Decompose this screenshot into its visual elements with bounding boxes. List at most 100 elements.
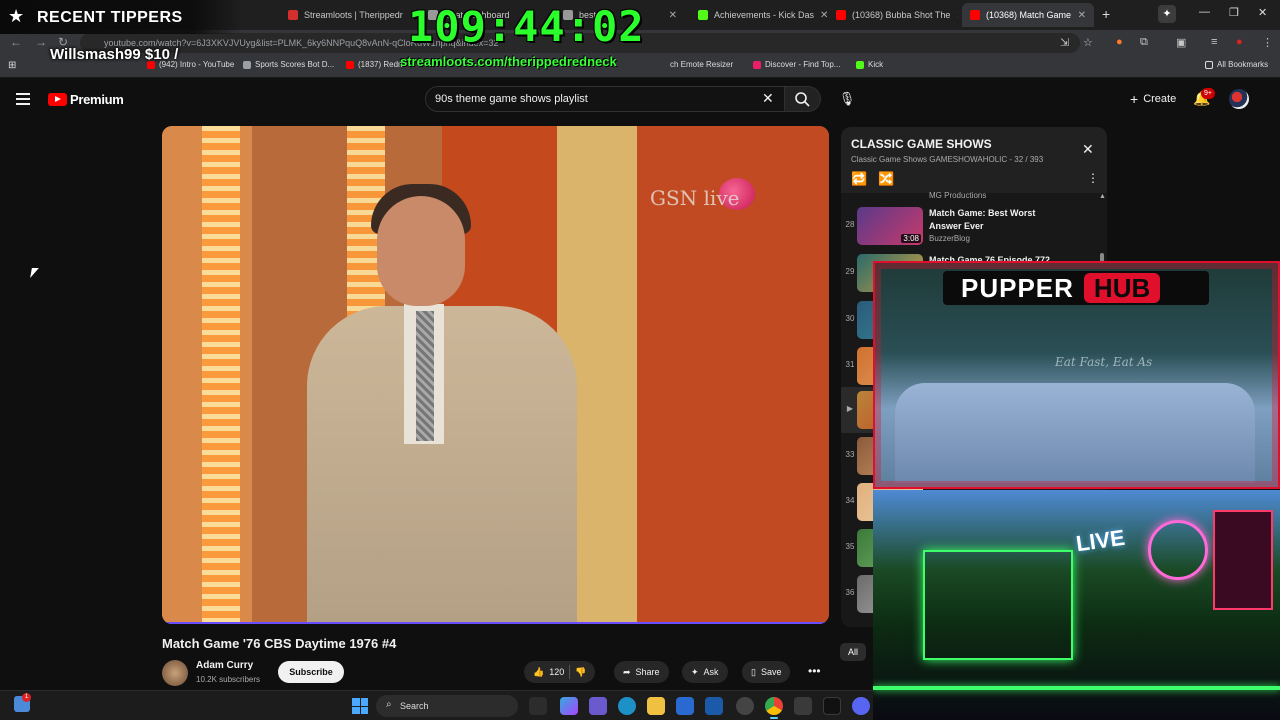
kick-favicon-icon bbox=[698, 10, 708, 20]
app-icon[interactable] bbox=[794, 697, 812, 715]
filter-chip-all[interactable]: All bbox=[840, 643, 866, 661]
notification-badge: 9+ bbox=[1201, 88, 1215, 99]
youtube-logo[interactable]: Premium bbox=[48, 92, 124, 107]
profile-icon[interactable]: ● bbox=[1236, 36, 1243, 48]
neon-sign bbox=[1213, 510, 1273, 610]
tab-bubba[interactable]: (10368) Bubba Shot The ✕ bbox=[828, 3, 958, 27]
edge-icon[interactable] bbox=[618, 697, 636, 715]
install-icon[interactable]: ⇲ bbox=[1060, 36, 1069, 49]
new-tab-icon[interactable]: + bbox=[1102, 6, 1110, 22]
taskbar-search[interactable]: Search bbox=[376, 695, 518, 717]
room-webcam: LIVE bbox=[873, 490, 1280, 720]
more-actions-icon[interactable]: ••• bbox=[808, 664, 821, 678]
scroll-up-icon[interactable]: ▲ bbox=[1099, 193, 1106, 200]
progress-bar[interactable] bbox=[162, 622, 829, 624]
bookmark-item[interactable]: Kick bbox=[856, 60, 883, 69]
restore-icon[interactable]: ❐ bbox=[1229, 6, 1239, 19]
playlist-title[interactable]: CLASSIC GAME SHOWS bbox=[851, 137, 992, 151]
bookmark-label: Kick bbox=[868, 60, 884, 69]
star-icon: ★ bbox=[8, 6, 25, 26]
subscribe-button[interactable]: Subscribe bbox=[278, 661, 344, 683]
like-count: 120 bbox=[549, 667, 565, 677]
loop-icon[interactable]: 🔁 bbox=[851, 171, 867, 187]
bookmark-item[interactable]: (1837) Redm bbox=[346, 60, 405, 69]
playlist-menu-icon[interactable]: ⋮ bbox=[1087, 171, 1099, 185]
start-menu-icon[interactable] bbox=[352, 698, 368, 714]
tab-achievements[interactable]: Achievements - Kick Das ✕ bbox=[690, 3, 830, 27]
sidepanel-icon[interactable]: ▣ bbox=[1176, 36, 1186, 49]
discord-icon[interactable] bbox=[852, 697, 870, 715]
youtube-favicon-icon bbox=[346, 60, 354, 69]
youtube-play-icon bbox=[48, 93, 67, 106]
store-icon[interactable] bbox=[676, 697, 694, 715]
chrome-icon[interactable] bbox=[765, 697, 783, 719]
sparkle-icon[interactable]: ✦ bbox=[1158, 5, 1176, 23]
apps-icon[interactable]: ⊞ bbox=[8, 60, 16, 71]
close-icon[interactable]: ✕ bbox=[1082, 141, 1094, 158]
outlook-icon[interactable] bbox=[705, 697, 723, 715]
hub-word: HUB bbox=[1083, 273, 1161, 303]
ask-button[interactable]: ✦ Ask bbox=[682, 661, 728, 683]
task-view-icon[interactable] bbox=[529, 697, 547, 715]
close-icon[interactable]: ✕ bbox=[1078, 10, 1086, 21]
window-close-icon[interactable]: ✕ bbox=[1258, 6, 1267, 19]
ask-label: Ask bbox=[703, 667, 719, 677]
close-icon[interactable]: ✕ bbox=[669, 10, 677, 21]
back-icon[interactable]: ← bbox=[10, 35, 22, 49]
all-bookmarks[interactable]: All Bookmarks bbox=[1205, 60, 1268, 69]
media-icon[interactable]: ≡ bbox=[1211, 36, 1217, 48]
item-index: 31 bbox=[845, 360, 855, 369]
plus-icon: + bbox=[1130, 91, 1139, 107]
close-icon[interactable]: ✕ bbox=[956, 10, 958, 21]
divider bbox=[569, 665, 571, 679]
forward-icon[interactable]: → bbox=[35, 35, 47, 49]
search-input[interactable]: 90s theme game shows playlist bbox=[425, 86, 785, 112]
mouse-cursor bbox=[30, 268, 39, 278]
account-avatar[interactable] bbox=[1229, 89, 1249, 109]
save-button[interactable]: ▯ Save bbox=[742, 661, 791, 683]
minimize-icon[interactable]: — bbox=[1199, 6, 1210, 18]
bookmark-item[interactable]: ch Emote Resizer bbox=[670, 60, 733, 69]
like-button[interactable]: 👍 120 bbox=[533, 667, 564, 678]
copilot-icon[interactable] bbox=[560, 697, 578, 715]
youtube-brand: Premium bbox=[70, 92, 124, 107]
widget-badge: 1 bbox=[22, 693, 31, 702]
subscriber-count: 10.2K subscribers bbox=[196, 675, 261, 684]
channel-name[interactable]: Adam Curry bbox=[196, 660, 253, 671]
youtube-favicon-icon bbox=[970, 10, 980, 20]
pupper-hub-logo: PUPPER HUB bbox=[943, 271, 1209, 305]
tab-streamloots[interactable]: Streamloots | Therippedr ✕ bbox=[280, 3, 410, 27]
host-face bbox=[377, 196, 465, 306]
extension-icon[interactable]: ● bbox=[1116, 36, 1123, 48]
search-button[interactable] bbox=[785, 86, 821, 112]
latest-tipper: Willsmash99 $10 / bbox=[50, 46, 179, 63]
tab-label: (10368) Match Game bbox=[986, 10, 1072, 20]
thumbs-down-icon[interactable]: 👎 bbox=[575, 667, 586, 678]
video-player[interactable]: GSN live bbox=[162, 126, 829, 624]
extensions-puzzle-icon[interactable]: ⧉ bbox=[1140, 36, 1148, 49]
terminal-icon[interactable] bbox=[823, 697, 841, 715]
shuffle-icon[interactable]: 🔀 bbox=[878, 171, 894, 187]
share-button[interactable]: ➦ Share bbox=[614, 661, 669, 683]
bookmark-star-icon[interactable]: ☆ bbox=[1083, 36, 1093, 49]
like-dislike-group: 👍 120 👎 bbox=[524, 661, 596, 683]
clear-search-icon[interactable]: ✕ bbox=[762, 90, 774, 107]
bookmark-label: (1837) Redm bbox=[358, 60, 405, 69]
obs-icon[interactable] bbox=[736, 697, 754, 715]
teams-icon[interactable] bbox=[589, 697, 607, 715]
channel-avatar[interactable] bbox=[162, 660, 188, 686]
bookmark-item[interactable]: Sports Scores Bot D... bbox=[243, 60, 334, 69]
streamloots-favicon-icon bbox=[288, 10, 298, 20]
hamburger-menu-icon[interactable] bbox=[16, 93, 30, 105]
list-item[interactable]: 28 3:08 Match Game: Best Worst Answer Ev… bbox=[841, 203, 1103, 249]
file-explorer-icon[interactable] bbox=[647, 697, 665, 715]
tab-label: Streamloots | Therippedr bbox=[304, 10, 403, 20]
microphone-icon[interactable]: 🎙 bbox=[835, 86, 859, 112]
globe-icon bbox=[243, 60, 251, 69]
bookmark-item[interactable]: Discover - Find Top... bbox=[753, 60, 840, 69]
item-index: 28 bbox=[845, 220, 855, 229]
tab-label: Achievements - Kick Das bbox=[714, 10, 815, 20]
browser-menu-icon[interactable]: ⋮ bbox=[1262, 36, 1273, 49]
tab-match-game[interactable]: (10368) Match Game ✕ bbox=[962, 3, 1094, 27]
create-button[interactable]: + Create bbox=[1120, 87, 1186, 111]
